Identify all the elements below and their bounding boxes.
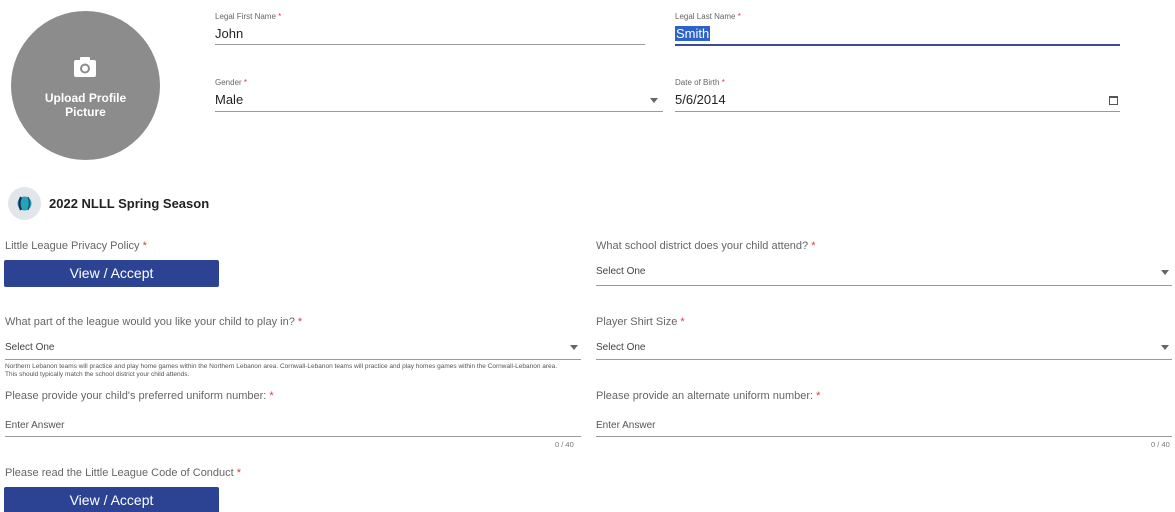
upload-label-line2: Picture xyxy=(65,105,106,119)
gender-label: Gender * xyxy=(215,78,248,87)
dob-input[interactable]: 5/6/2014 xyxy=(675,92,726,108)
shirt-size-select[interactable]: Select One xyxy=(596,342,645,354)
shirt-size-underline xyxy=(596,359,1172,360)
dob-underline xyxy=(675,111,1120,112)
first-name-label: Legal First Name * xyxy=(215,12,282,21)
chevron-down-icon[interactable] xyxy=(1161,345,1169,350)
uniform-number-input[interactable]: Enter Answer xyxy=(5,420,64,432)
school-district-select[interactable]: Select One xyxy=(596,266,645,278)
chevron-down-icon[interactable] xyxy=(650,98,658,103)
code-of-conduct-label: Please read the Little League Code of Co… xyxy=(5,467,242,479)
upload-profile-picture[interactable]: Upload Profile Picture xyxy=(11,11,160,160)
league-part-help-text: Northern Lebanon teams will practice and… xyxy=(5,363,558,378)
uniform-number-counter: 0 / 40 xyxy=(555,440,574,449)
school-district-underline xyxy=(596,285,1172,286)
first-name-input[interactable]: John xyxy=(215,26,243,42)
dob-label: Date of Birth * xyxy=(675,78,725,87)
baseball-icon xyxy=(17,196,32,211)
season-logo xyxy=(8,187,41,220)
league-part-select[interactable]: Select One xyxy=(5,342,54,354)
league-part-underline xyxy=(5,359,581,360)
last-name-underline xyxy=(675,44,1120,46)
alt-uniform-number-counter: 0 / 40 xyxy=(1151,440,1170,449)
privacy-view-accept-button[interactable]: View / Accept xyxy=(4,260,219,287)
last-name-input[interactable]: Smith xyxy=(675,26,711,42)
last-name-value: Smith xyxy=(675,26,711,41)
gender-underline xyxy=(215,111,663,112)
privacy-policy-label: Little League Privacy Policy * xyxy=(5,240,147,252)
calendar-icon[interactable] xyxy=(1109,96,1118,105)
chevron-down-icon[interactable] xyxy=(1161,270,1169,275)
camera-icon xyxy=(74,57,96,77)
first-name-underline xyxy=(215,44,645,45)
gender-select[interactable]: Male xyxy=(215,92,243,108)
uniform-number-underline xyxy=(5,436,581,437)
code-of-conduct-view-accept-button[interactable]: View / Accept xyxy=(4,487,219,512)
uniform-number-label: Please provide your child's preferred un… xyxy=(5,390,274,402)
alt-uniform-number-input[interactable]: Enter Answer xyxy=(596,420,655,432)
alt-uniform-number-label: Please provide an alternate uniform numb… xyxy=(596,390,821,402)
league-part-label: What part of the league would you like y… xyxy=(5,316,303,328)
season-title: 2022 NLLL Spring Season xyxy=(49,196,210,211)
chevron-down-icon[interactable] xyxy=(570,345,578,350)
upload-profile-label: Upload Profile Picture xyxy=(11,91,160,119)
alt-uniform-number-underline xyxy=(596,436,1172,437)
school-district-label: What school district does your child att… xyxy=(596,240,816,252)
shirt-size-label: Player Shirt Size * xyxy=(596,316,685,328)
upload-label-line1: Upload Profile xyxy=(44,91,127,105)
last-name-label: Legal Last Name * xyxy=(675,12,741,21)
